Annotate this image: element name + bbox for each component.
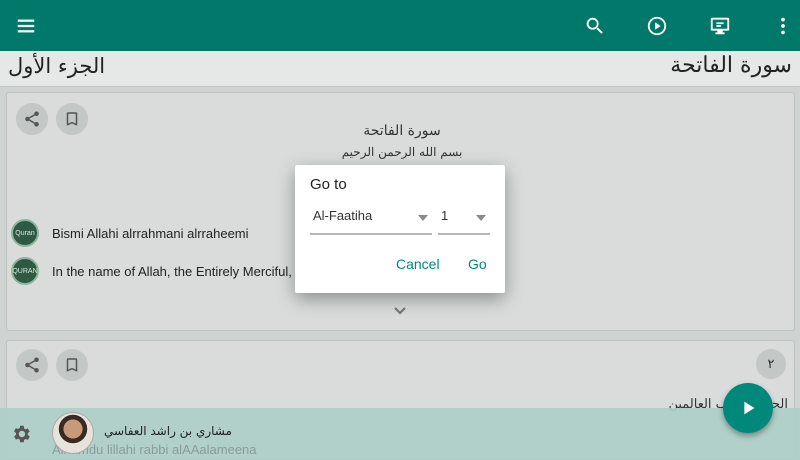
go-button[interactable]: Go (468, 256, 487, 272)
juz-title: الجزء الأول (8, 54, 106, 78)
translation-text: In the name of Allah, the Entirely Merci… (52, 263, 292, 279)
translation-row: QURAN In the name of Allah, the Entirely… (11, 257, 292, 285)
dialog-title: Go to (310, 176, 347, 193)
app-toolbar (0, 0, 800, 51)
ayah-select-value: 1 (441, 208, 449, 223)
ayah-select[interactable]: 1 (438, 205, 490, 235)
basmala-calligraphy: بسم الله الرحمن الرحيم (341, 145, 463, 159)
share-icon (25, 111, 39, 127)
menu-icon[interactable] (6, 6, 46, 46)
play-circle-icon[interactable] (637, 6, 677, 46)
share-icon (25, 357, 39, 373)
transliteration-text: Bismi Allahi alrrahmani alrraheemi (52, 225, 249, 241)
reciter-avatar[interactable] (52, 412, 94, 454)
transliteration-logo: Quran (11, 219, 39, 247)
bookmark-button[interactable] (56, 103, 88, 135)
dropdown-arrow-icon (476, 215, 486, 221)
transliteration-row: Quran Bismi Allahi alrrahmani alrraheemi (11, 219, 249, 247)
more-vert-icon[interactable] (763, 6, 800, 46)
share-button[interactable] (16, 103, 48, 135)
settings-icon[interactable] (10, 423, 32, 445)
search-icon[interactable] (575, 6, 615, 46)
chevron-down-icon[interactable] (392, 303, 408, 319)
surah-select-value: Al-Faatiha (313, 208, 373, 223)
surah-calligraphy: سورة الفاتحة (363, 123, 441, 139)
bookmark-icon (66, 358, 78, 372)
screen-share-icon[interactable] (700, 6, 740, 46)
play-fab-button[interactable] (723, 383, 773, 433)
bookmark-button[interactable] (56, 349, 88, 381)
ayah-number-badge: ٢ (756, 349, 786, 379)
share-button[interactable] (16, 349, 48, 381)
bookmark-icon (66, 112, 78, 126)
goto-dialog: Go to Al-Faatiha 1 Cancel Go (295, 165, 505, 293)
translation-logo: QURAN (11, 257, 39, 285)
surah-title: سورة الفاتحة (670, 53, 792, 78)
play-icon (744, 401, 755, 415)
cancel-button[interactable]: Cancel (396, 256, 440, 272)
dropdown-arrow-icon (418, 215, 428, 221)
surah-select[interactable]: Al-Faatiha (310, 205, 432, 235)
page-header: الجزء الأول سورة الفاتحة (0, 51, 800, 87)
audio-player-bar: Alhamdu lillahi rabbi alAAalameena مشاري… (0, 408, 800, 460)
reciter-name[interactable]: مشاري بن راشد العفاسي (104, 424, 232, 438)
